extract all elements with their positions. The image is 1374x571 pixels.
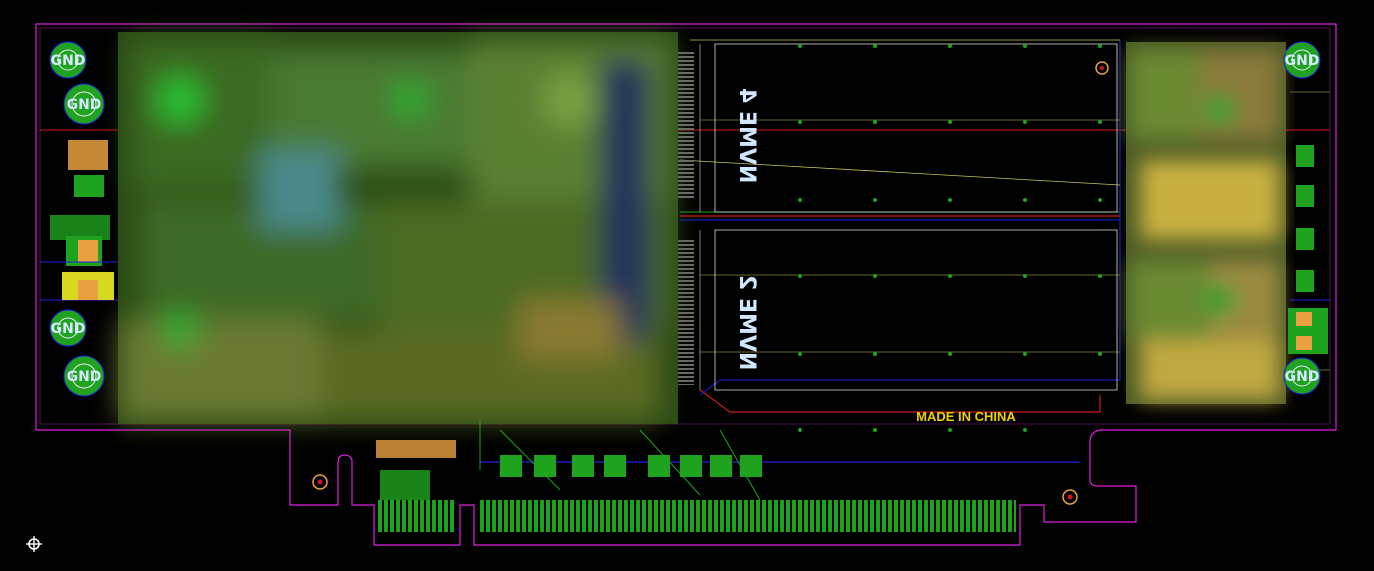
gnd-hole-3: GND — [49, 309, 87, 347]
via-dots — [798, 44, 1102, 432]
gnd-label: GND — [67, 369, 102, 385]
fiducial-hole-icon — [1062, 489, 1078, 505]
nvme-top-label: NVME 4 — [734, 88, 759, 183]
gnd-label: GND — [51, 321, 86, 337]
blurred-right-region — [1126, 42, 1286, 404]
fiducial-hole-icon — [312, 474, 328, 490]
pcb-board-canvas[interactable]: NVME 4 NVME 2 GND GND GND GND GND GND MA… — [0, 0, 1374, 571]
nvme-bottom-label: NVME 2 — [734, 275, 759, 370]
origin-crosshair-icon — [26, 536, 42, 552]
bottom-component-row — [376, 420, 762, 501]
gnd-hole-4: GND — [63, 355, 105, 397]
gnd-label: GND — [51, 53, 86, 69]
gnd-hole-5: GND — [1283, 41, 1321, 79]
pcie-fingers-long — [478, 500, 1016, 532]
left-component-cluster — [40, 140, 118, 300]
gnd-hole-2: GND — [63, 83, 105, 125]
gnd-label: GND — [67, 97, 102, 113]
made-in-label: MADE IN CHINA — [916, 409, 1016, 424]
pcie-fingers-short — [378, 500, 456, 532]
gnd-hole-6: GND — [1283, 357, 1321, 395]
blurred-main-region — [118, 32, 678, 424]
gnd-hole-1: GND — [49, 41, 87, 79]
gnd-label: GND — [1285, 53, 1320, 69]
gnd-label: GND — [1285, 369, 1320, 385]
